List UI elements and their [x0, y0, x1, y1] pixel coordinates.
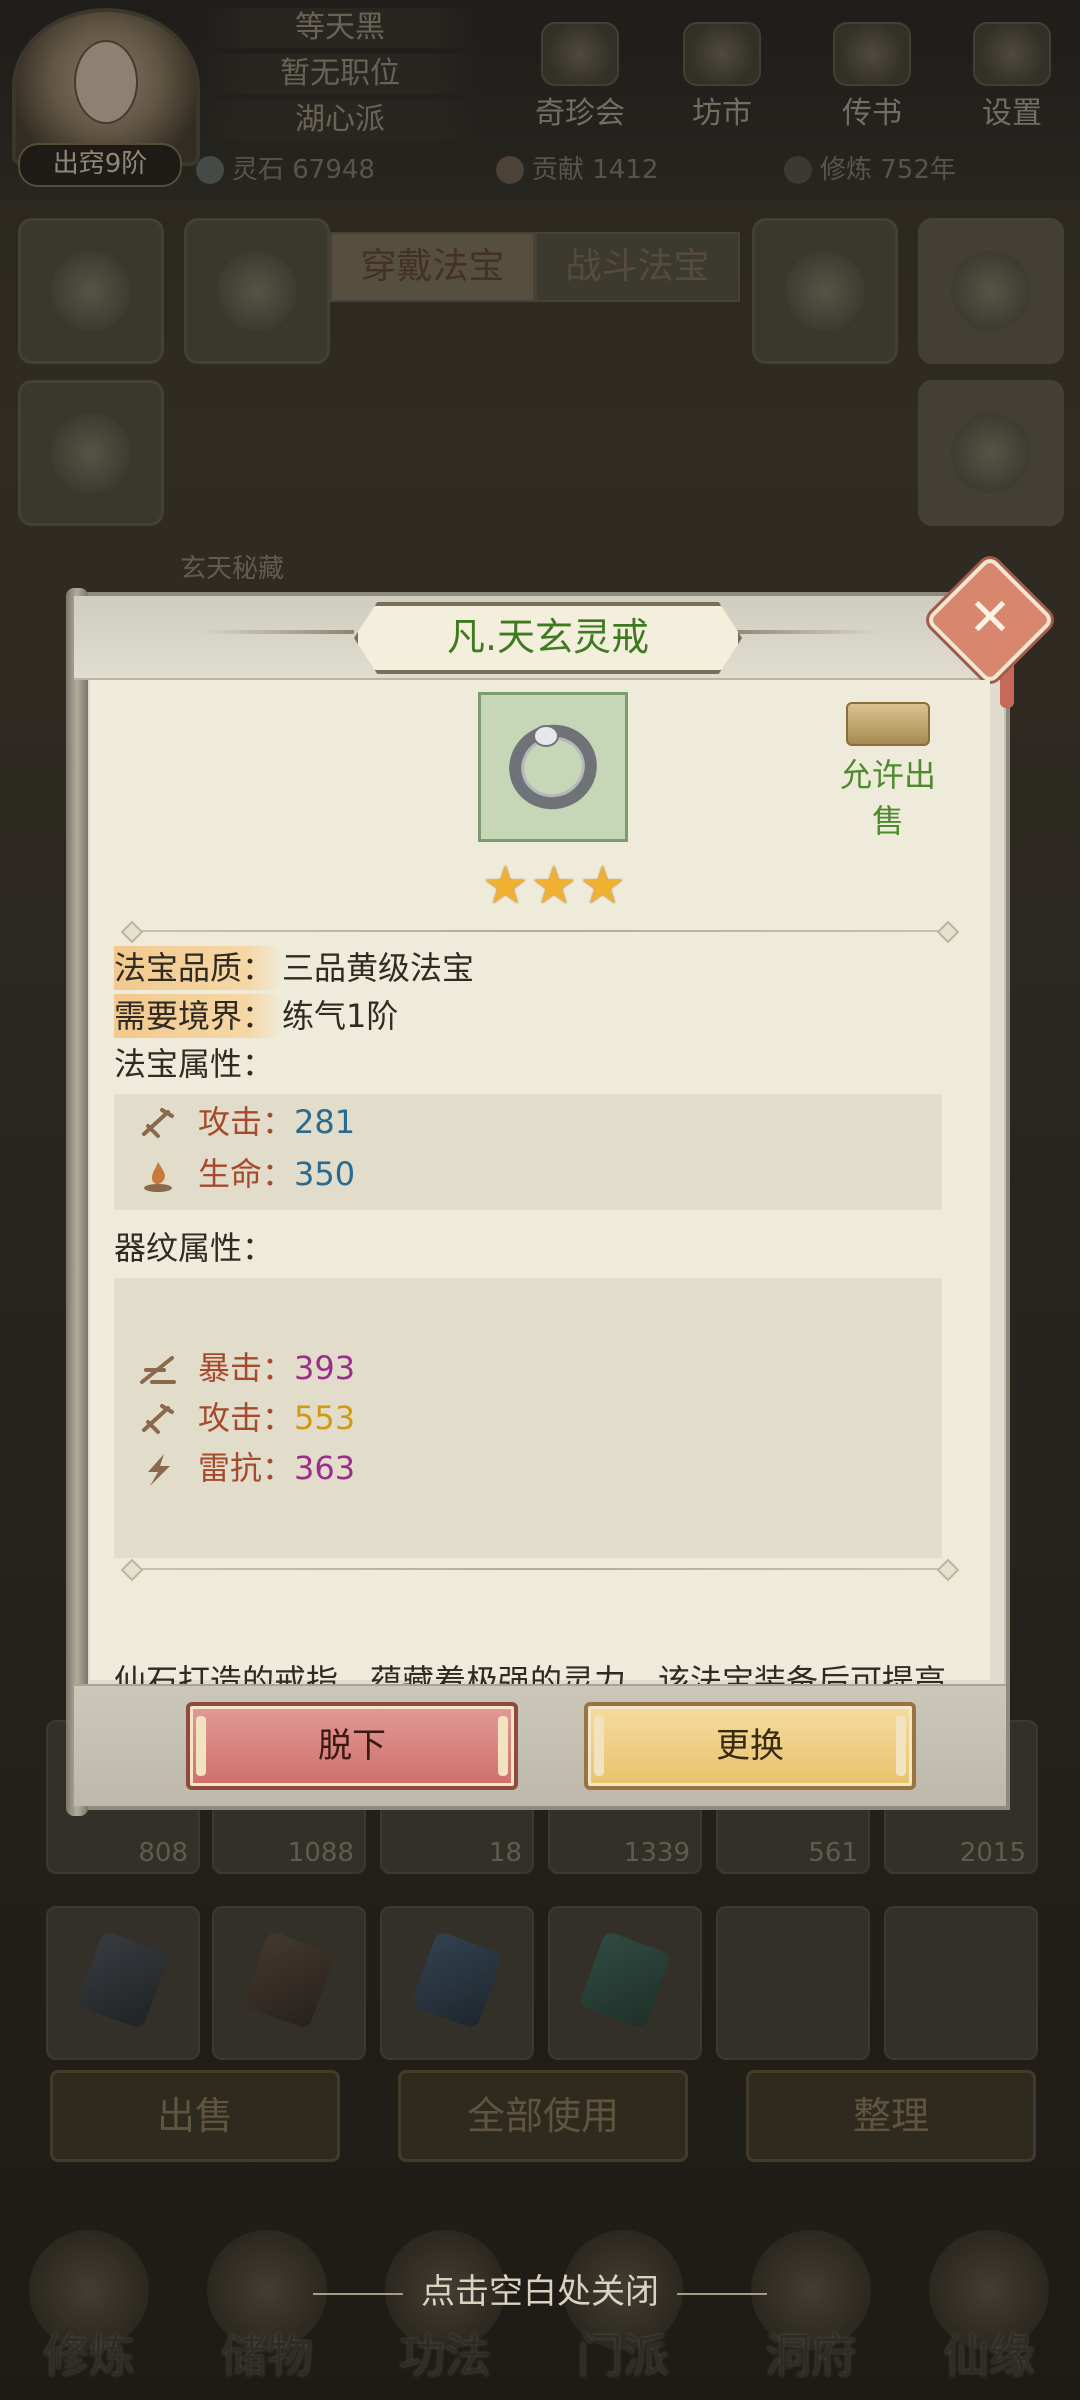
hint-divider-left: [313, 2292, 403, 2295]
rune-attr-box: 暴击：393 攻击：553 雷抗：363: [114, 1278, 942, 1558]
attr-name: 生命：: [198, 1155, 295, 1193]
attr-row: 攻击：281: [138, 1100, 355, 1144]
thunder-resist-icon: [138, 1452, 178, 1488]
sell-tag-icon: [846, 702, 930, 746]
replace-label: 更换: [716, 1726, 784, 1766]
attr-name: 雷抗：: [198, 1449, 295, 1487]
quality-value: 三品黄级法宝: [282, 949, 475, 987]
base-attr-box: 攻击：281 生命：350: [114, 1094, 942, 1210]
attr-row: 暴击：393: [138, 1346, 355, 1390]
rune-attr-title: 器纹属性：: [114, 1229, 275, 1267]
attr-value: 363: [294, 1449, 356, 1487]
attack-icon: [138, 1106, 178, 1142]
attr-row: 生命：350: [138, 1152, 355, 1196]
title-ornament-left: [204, 630, 354, 634]
button-end-cap: [896, 1716, 906, 1776]
divider: [130, 1568, 950, 1570]
quality-row: 法宝品质： 三品黄级法宝: [114, 946, 474, 990]
game-screen: 出窍9阶 等天黑 暂无职位 湖心派 奇珍会 坊市 传书 设置 灵石 67948 …: [0, 0, 1080, 2400]
crit-icon: [138, 1352, 178, 1388]
dialog-title: 凡.天玄灵戒: [446, 615, 650, 659]
divider: [130, 930, 950, 932]
ring-gem: [533, 725, 559, 747]
attr-name: 攻击：: [198, 1399, 295, 1437]
close-hint: 点击空白处关闭: [0, 2264, 1080, 2313]
realm-value: 练气1阶: [282, 997, 399, 1035]
attr-name: 攻击：: [198, 1103, 295, 1141]
attr-value: 553: [294, 1399, 356, 1437]
replace-button[interactable]: 更换: [584, 1702, 916, 1790]
realm-row: 需要境界： 练气1阶: [114, 994, 398, 1038]
attr-value: 281: [294, 1103, 356, 1141]
allow-sell-label: 允许出售: [839, 756, 936, 840]
button-end-cap: [594, 1716, 604, 1776]
item-detail-dialog: 凡.天玄灵戒 ✕ 允许出售 ★★★ 法宝品质： 三品黄级法宝 需要境界： 练气1阶: [66, 554, 1056, 1816]
close-icon: ✕: [968, 588, 1012, 648]
allow-sell-tag: 允许出售: [828, 702, 948, 842]
dialog-body: 允许出售 ★★★ 法宝品质： 三品黄级法宝 需要境界： 练气1阶 法宝属性： 攻击：…: [90, 680, 990, 1746]
attr-value: 350: [294, 1155, 356, 1193]
realm-label: 需要境界：: [114, 994, 283, 1038]
base-attr-title: 法宝属性：: [114, 1045, 275, 1083]
star-rating: ★★★: [482, 856, 628, 916]
dialog-title-plate: 凡.天玄灵戒: [354, 602, 742, 674]
close-hint-text: 点击空白处关闭: [421, 2272, 659, 2312]
dialog-footer: 脱下 更换: [74, 1684, 1006, 1806]
attack-icon: [138, 1402, 178, 1438]
attr-name: 暴击：: [198, 1349, 295, 1387]
item-icon-frame: [478, 692, 628, 842]
life-icon: [138, 1158, 178, 1194]
button-end-cap: [498, 1716, 508, 1776]
scroll-rod-decoration: [66, 588, 88, 1816]
attr-row: 雷抗：363: [138, 1446, 355, 1490]
attr-value: 393: [294, 1349, 356, 1387]
unequip-label: 脱下: [318, 1726, 386, 1766]
hint-divider-right: [677, 2292, 767, 2295]
attr-row: 攻击：553: [138, 1396, 355, 1440]
button-end-cap: [196, 1716, 206, 1776]
quality-label: 法宝品质：: [114, 946, 283, 990]
title-ornament-right: [726, 630, 876, 634]
unequip-button[interactable]: 脱下: [186, 1702, 518, 1790]
